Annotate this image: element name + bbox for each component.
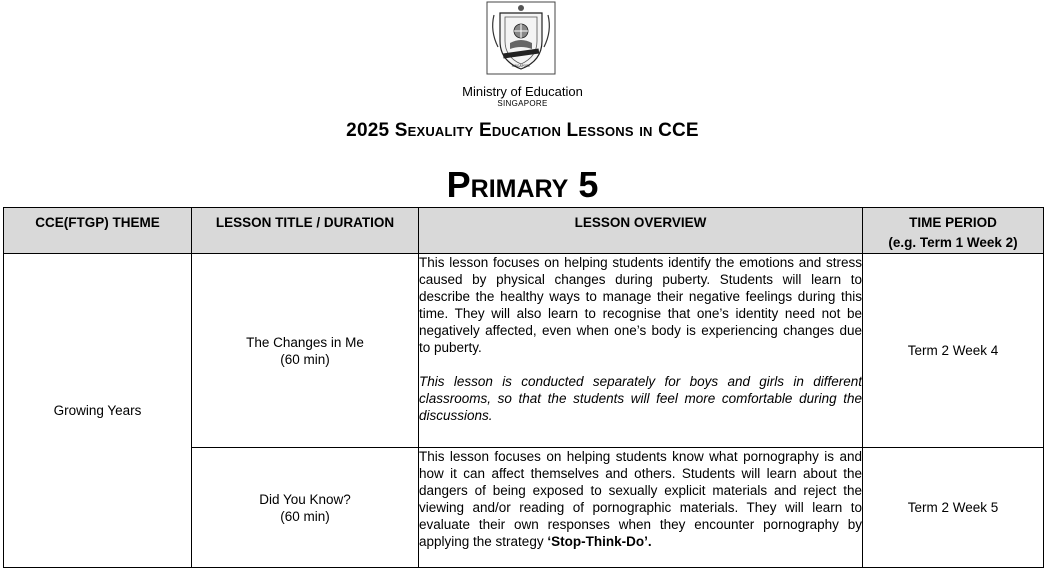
lesson-duration: (60 min) [280, 351, 330, 367]
lesson-title: Did You Know? [259, 491, 351, 507]
lesson-title-cell: The Changes in Me (60 min) [191, 253, 419, 448]
level-title: Primary 5 [446, 164, 599, 205]
moe-crest-logo: SINGAPORE [486, 1, 556, 75]
lesson-overview-text: This lesson focuses on helping students … [419, 255, 862, 355]
header-overview: LESSON OVERVIEW [418, 207, 863, 254]
lessons-table: CCE(FTGP) THEME LESSON TITLE / DURATION … [3, 207, 1044, 568]
theme-cell: Growing Years [3, 253, 192, 568]
header-period-example: (e.g. Term 1 Week 2) [888, 235, 1018, 250]
ministry-name: Ministry of Education [462, 84, 583, 99]
ministry-country: SINGAPORE [497, 99, 548, 108]
header-lesson-title: LESSON TITLE / DURATION [191, 207, 419, 254]
crest-sub-text: SINGAPORE [512, 64, 531, 68]
lesson-title: The Changes in Me [246, 334, 364, 350]
lesson-title-cell: Did You Know? (60 min) [191, 447, 419, 568]
lesson-overview-cell: This lesson focuses on helping students … [418, 253, 863, 448]
time-period-cell: Term 2 Week 5 [862, 447, 1044, 568]
table-row: Growing Years The Changes in Me (60 min)… [3, 253, 1044, 568]
lesson-note: This lesson is conducted separately for … [419, 374, 862, 423]
lesson-overview-cell: This lesson focuses on helping students … [418, 447, 863, 568]
strategy-name: ‘Stop-Think-Do’. [547, 534, 652, 549]
table-header-row: CCE(FTGP) THEME LESSON TITLE / DURATION … [3, 207, 1044, 254]
lesson-duration: (60 min) [280, 508, 330, 524]
document-title: 2025 Sexuality Education Lessons in CCE [346, 120, 699, 141]
time-period-cell: Term 2 Week 4 [862, 253, 1044, 448]
header-time-period: TIME PERIOD (e.g. Term 1 Week 2) [862, 207, 1044, 254]
header-period-label: TIME PERIOD [909, 215, 997, 230]
header-theme: CCE(FTGP) THEME [3, 207, 192, 254]
